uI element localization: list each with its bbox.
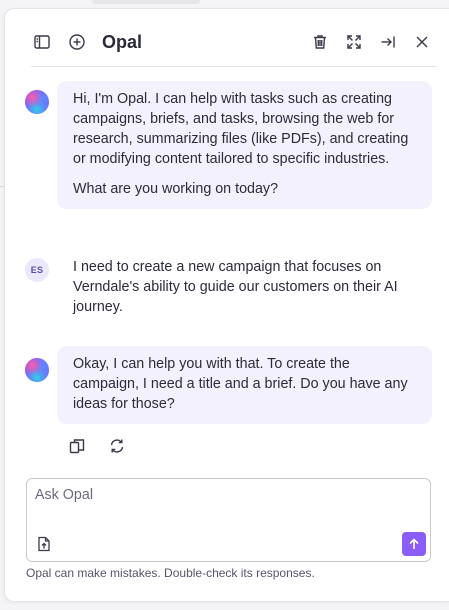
file-upload-icon[interactable] <box>35 535 53 553</box>
new-chat-icon[interactable] <box>66 31 88 53</box>
opal-avatar <box>25 358 49 382</box>
opal-avatar <box>25 90 49 114</box>
close-icon[interactable] <box>411 31 433 53</box>
message-paragraph: Hi, I'm Opal. I can help with tasks such… <box>73 91 409 167</box>
composer <box>26 478 431 562</box>
message-paragraph: What are you working on today? <box>73 181 279 197</box>
message-paragraph: Okay, I can help you with that. To creat… <box>73 356 408 412</box>
trash-icon[interactable] <box>309 31 331 53</box>
panel-header: Opal <box>5 9 449 67</box>
send-button[interactable] <box>402 532 426 556</box>
arrow-up-icon <box>409 538 419 549</box>
user-avatar: ES <box>25 258 49 282</box>
user-message: I need to create a new campaign that foc… <box>73 259 398 315</box>
assistant-message: Hi, I'm Opal. I can help with tasks such… <box>57 81 432 209</box>
dock-right-icon[interactable] <box>377 31 399 53</box>
header-divider <box>31 66 437 67</box>
copy-icon[interactable] <box>67 436 87 456</box>
background-tab <box>92 0 200 4</box>
panel-title: Opal <box>102 32 143 52</box>
ask-opal-input[interactable] <box>35 487 415 521</box>
disclaimer-text: Opal can make mistakes. Double-check its… <box>26 566 315 580</box>
expand-icon[interactable] <box>343 31 365 53</box>
sidebar-toggle-icon[interactable] <box>31 31 53 53</box>
assistant-message: Okay, I can help you with that. To creat… <box>57 346 432 424</box>
regenerate-icon[interactable] <box>107 436 127 456</box>
